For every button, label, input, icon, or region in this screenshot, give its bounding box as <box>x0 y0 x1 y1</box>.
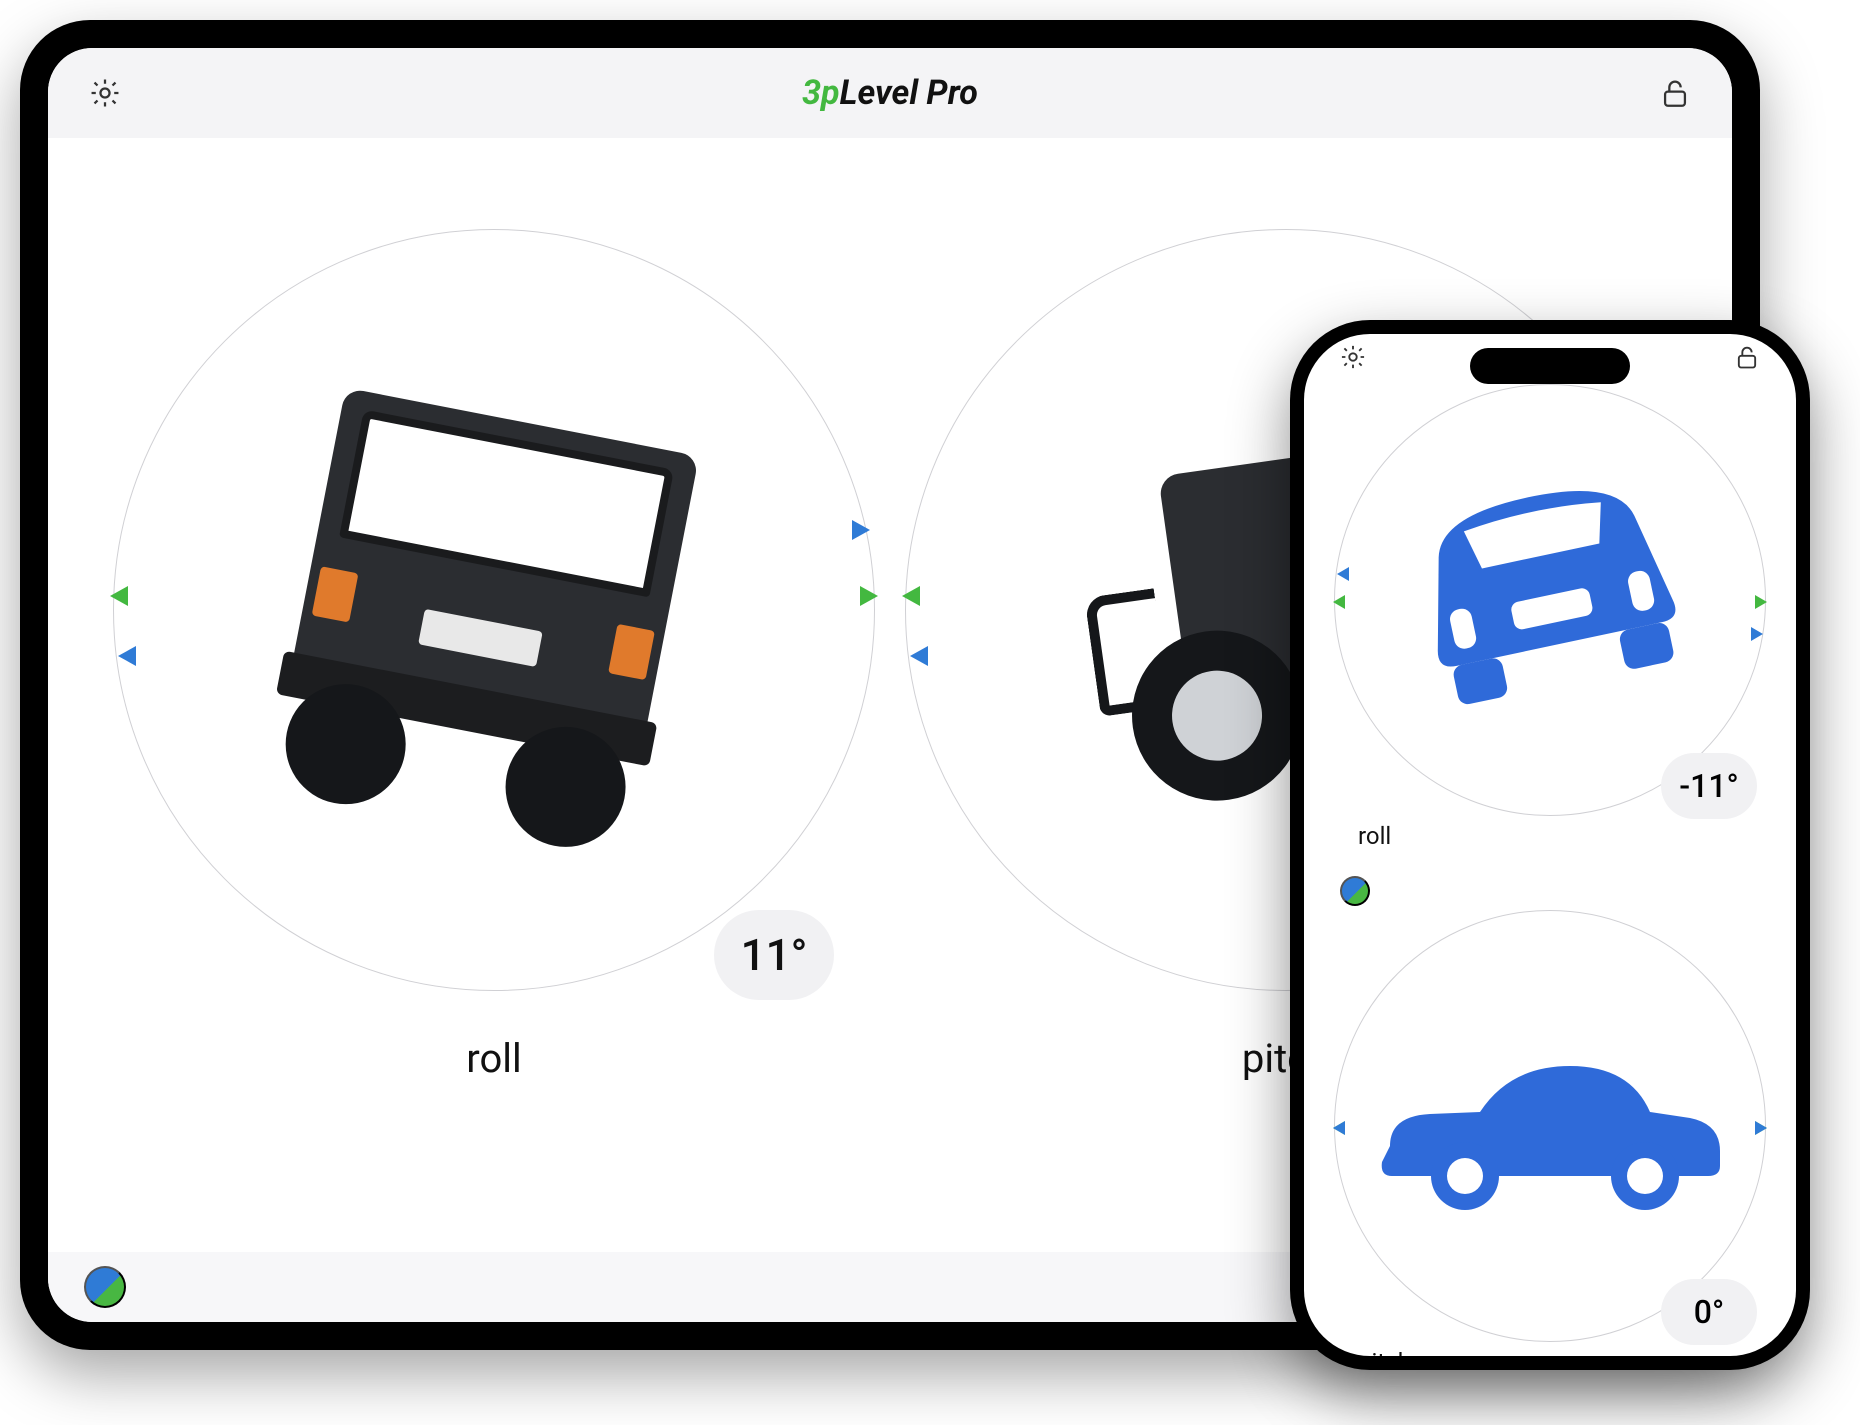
marker-blue-right-icon <box>1755 1121 1767 1135</box>
iphone-device-frame: -11° roll <box>1290 320 1810 1370</box>
phone-roll-value: -11° <box>1679 767 1738 805</box>
lock-open-icon <box>1733 343 1761 371</box>
settings-button[interactable] <box>82 70 128 116</box>
marker-green-left-icon <box>1333 595 1345 609</box>
marker-green-left-icon <box>902 586 920 606</box>
car-side-icon <box>1370 1036 1730 1216</box>
marker-blue-right-icon <box>1751 627 1763 641</box>
phone-roll-label: roll <box>1358 822 1391 850</box>
vehicle-rear-icon <box>228 350 760 869</box>
gear-icon <box>88 76 122 110</box>
dynamic-island <box>1470 348 1630 384</box>
marker-green-right-icon <box>1755 595 1767 609</box>
phone-midrow <box>1322 860 1778 900</box>
roll-value-badge: 11° <box>714 910 834 1000</box>
marker-green-right-icon <box>860 586 878 606</box>
phone-pitch-gauge[interactable]: 0° <box>1334 910 1766 1342</box>
lock-open-icon <box>1658 76 1692 110</box>
gear-icon <box>1339 343 1367 371</box>
phone-pitch-badge: 0° <box>1661 1279 1757 1345</box>
roll-gauge-wrap: 11° roll <box>113 229 875 1082</box>
phone-body: -11° roll <box>1304 380 1796 1356</box>
marker-green-left-icon <box>110 586 128 606</box>
app-title-prefix: 3p <box>802 73 839 113</box>
marker-blue-right-icon <box>852 520 870 540</box>
app-title: 3pLevel Pro <box>48 73 1732 113</box>
phone-roll-badge: -11° <box>1661 753 1757 819</box>
roll-value: 11° <box>741 929 808 981</box>
roll-label: roll <box>466 1035 521 1082</box>
view-toggle-button[interactable] <box>1340 876 1370 906</box>
tablet-header: 3pLevel Pro <box>48 48 1732 138</box>
marker-blue-left-icon <box>118 646 136 666</box>
phone-roll-wrap: -11° roll <box>1322 384 1778 850</box>
app-title-rest: Level Pro <box>840 73 978 113</box>
phone-roll-gauge[interactable]: -11° <box>1334 384 1766 816</box>
phone-pitch-wrap: 0° pitch <box>1322 910 1778 1356</box>
roll-gauge[interactable]: 11° <box>113 229 875 991</box>
car-front-icon <box>1379 456 1720 743</box>
marker-blue-left-icon <box>910 646 928 666</box>
marker-blue-left-icon <box>1333 1121 1345 1135</box>
marker-blue-left-icon <box>1337 567 1349 581</box>
lock-toggle-button[interactable] <box>1724 334 1770 380</box>
lock-toggle-button[interactable] <box>1652 70 1698 116</box>
settings-button[interactable] <box>1330 334 1376 380</box>
view-toggle-button[interactable] <box>84 1266 126 1308</box>
phone-pitch-label: pitch <box>1358 1348 1411 1356</box>
phone-pitch-value: 0° <box>1694 1293 1724 1331</box>
iphone-screen: -11° roll <box>1304 334 1796 1356</box>
